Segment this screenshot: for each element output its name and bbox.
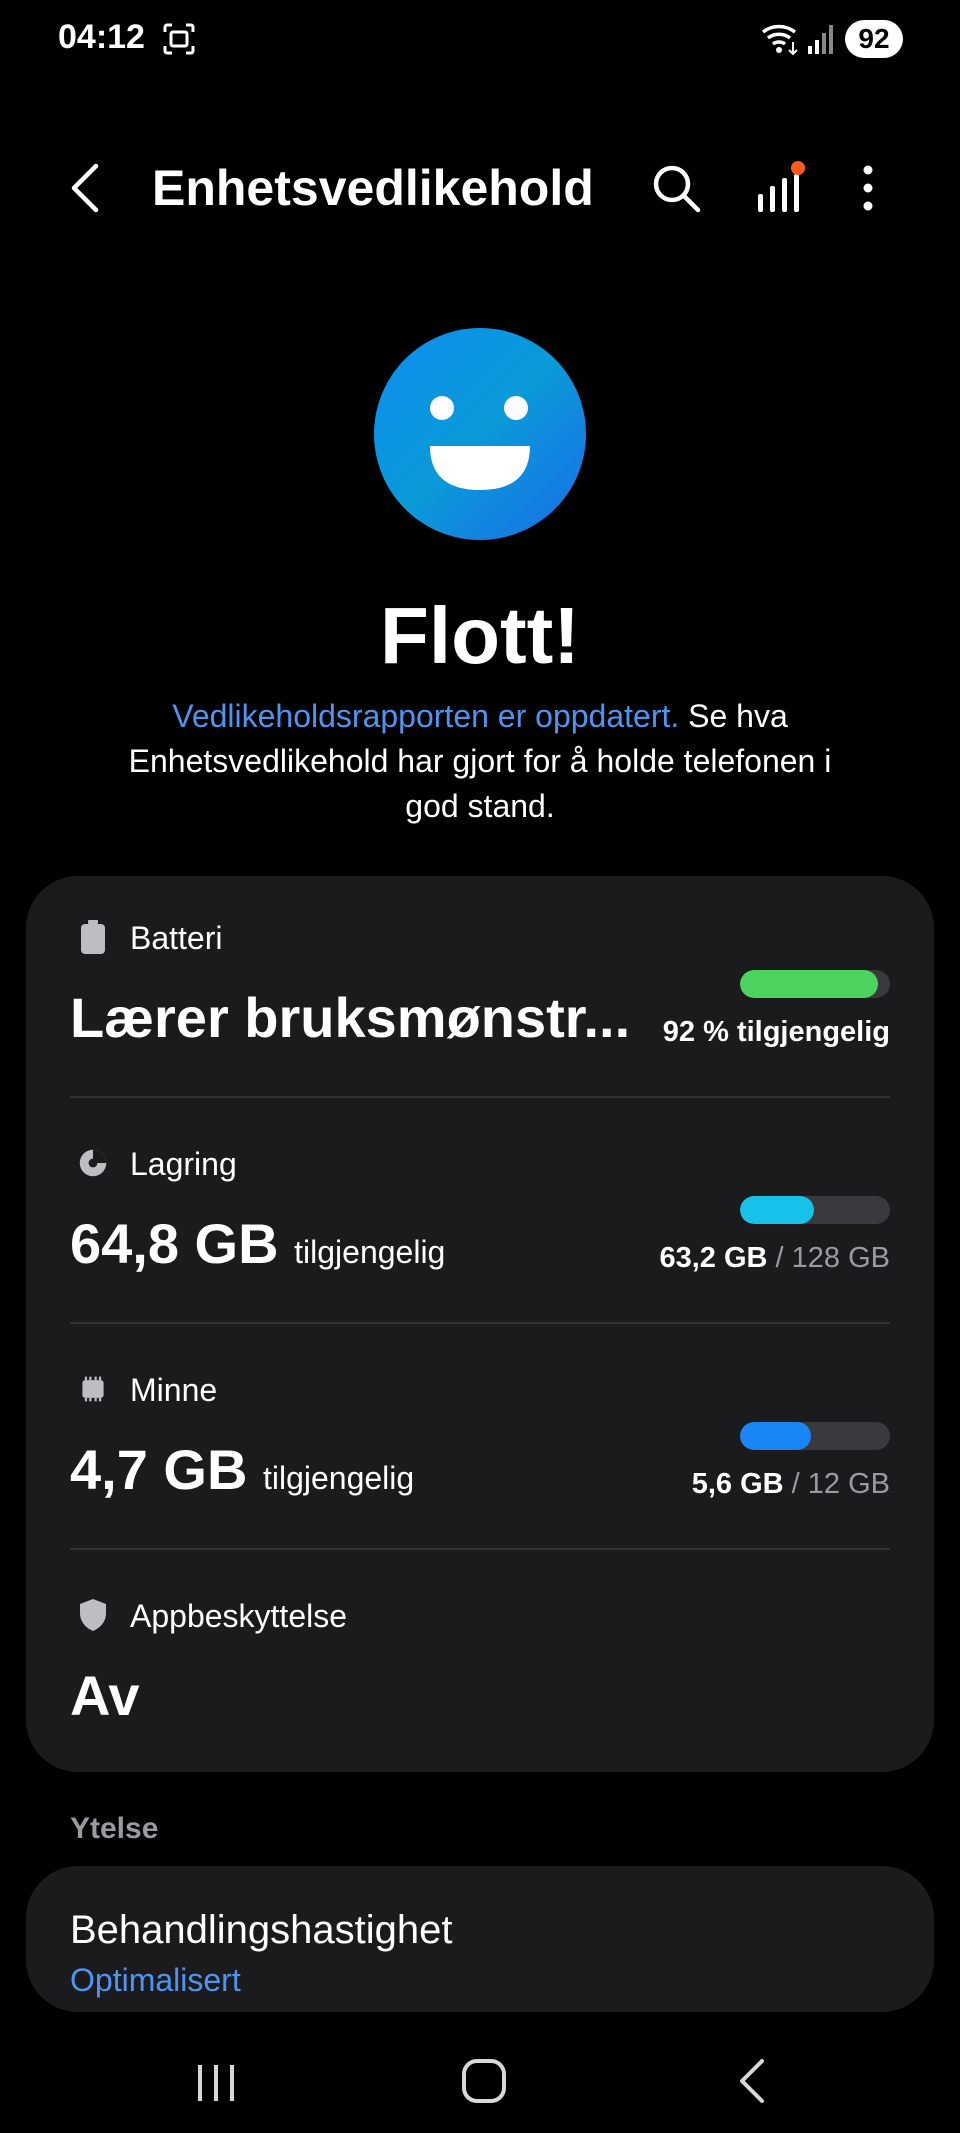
battery-row[interactable]: Batteri Lærer bruksmønstr... 92 % tilgje… [26,876,934,1102]
status-description: Vedlikeholdsrapporten er oppdatert. Se h… [100,694,860,829]
divider [70,1548,890,1550]
processing-speed-item[interactable]: Behandlingshastighet Optimalisert [26,1866,934,2012]
screenshot-icon [163,23,195,55]
memory-chip-icon [82,1376,104,1402]
storage-pie-icon [79,1149,107,1177]
back-icon[interactable] [64,162,110,214]
battery-label: Batteri [130,920,223,956]
battery-bar-fill [740,970,878,998]
storage-value-number: 64,8 GB [70,1212,279,1275]
app-bar: Enhetsvedlikehold [0,140,960,236]
storage-row[interactable]: Lagring 64,8 GB tilgjengelig 63,2 GB / 1… [26,1102,934,1328]
storage-bar-fill [740,1196,814,1224]
maintenance-card: Batteri Lærer bruksmønstr... 92 % tilgje… [26,876,934,1772]
status-time: 04:12 [58,18,145,56]
status-bar: 04:12 92 [0,0,960,80]
battery-icon [81,920,105,954]
memory-meta: 5,6 GB / 12 GB [692,1466,890,1502]
battery-meta: 92 % tilgjengelig [663,1014,890,1050]
divider [70,1322,890,1324]
memory-total: / 12 GB [783,1468,890,1500]
processing-speed-status: Optimalisert [70,1962,241,1998]
shield-icon [80,1599,106,1631]
memory-used: 5,6 GB [691,1468,784,1500]
memory-label: Minne [130,1372,218,1408]
wifi-icon [761,24,798,56]
home-icon[interactable] [454,2051,514,2111]
storage-value-unit: tilgjengelig [294,1234,446,1270]
memory-value: 4,7 GB tilgjengelig [70,1438,414,1510]
more-options-icon[interactable] [850,162,886,214]
processing-speed-title: Behandlingshastighet [70,1908,453,1952]
storage-value: 64,8 GB tilgjengelig [70,1212,445,1284]
battery-bar [740,970,890,998]
app-protection-value: Av [70,1664,140,1727]
memory-value-unit: tilgjengelig [262,1460,415,1496]
report-link[interactable]: Vedlikeholdsrapporten er oppdatert. [172,698,679,734]
nav-back-icon[interactable] [724,2051,784,2111]
divider [70,1096,890,1098]
battery-level-badge: 92 [845,20,903,58]
search-icon[interactable] [650,162,702,214]
battery-value: Lærer bruksmønstr... [70,986,631,1049]
navigation-bar [0,2033,960,2133]
storage-label: Lagring [130,1146,237,1182]
signal-icon [808,25,833,54]
status-headline: Flott! [380,591,580,680]
app-protection-label: Appbeskyttelse [130,1598,348,1634]
storage-total: / 128 GB [767,1242,890,1274]
memory-bar-fill [740,1422,811,1450]
page-title: Enhetsvedlikehold [152,160,594,216]
memory-row[interactable]: Minne 4,7 GB tilgjengelig 5,6 GB / 12 GB [26,1328,934,1554]
storage-used: 63,2 GB [659,1242,768,1274]
storage-bar [740,1196,890,1224]
storage-meta: 63,2 GB / 128 GB [659,1240,890,1276]
memory-bar [740,1422,890,1450]
report-stats-icon[interactable] [752,160,808,216]
section-label-performance: Ytelse [70,1812,159,1845]
battery-available: 92 % tilgjengelig [662,1016,890,1048]
recent-apps-icon[interactable] [186,2051,246,2111]
happy-face-icon [374,328,586,540]
memory-value-number: 4,7 GB [70,1438,248,1501]
app-protection-row[interactable]: Appbeskyttelse Av [26,1554,934,1780]
